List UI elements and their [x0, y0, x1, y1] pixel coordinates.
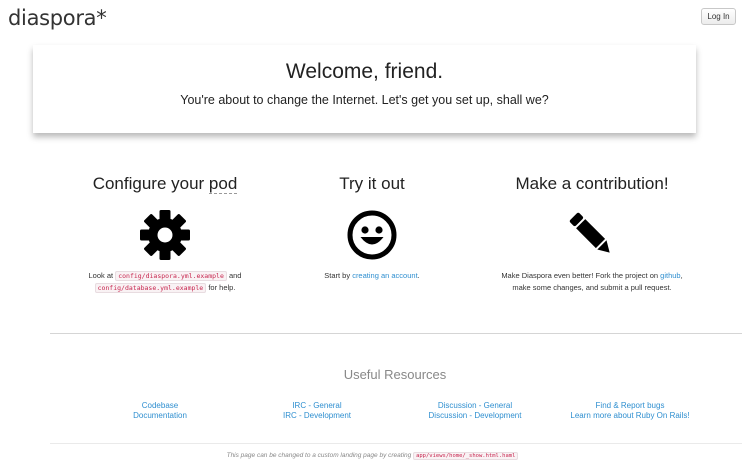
- footer-text: This page can be changed to a custom lan…: [226, 452, 412, 459]
- github-link[interactable]: github: [660, 271, 680, 280]
- codebase-link[interactable]: Codebase: [85, 401, 235, 411]
- diaspora-config-code: config/diaspora.yml.example: [115, 271, 227, 281]
- resources-group-discussion: Discussion - General Discussion - Develo…: [400, 401, 550, 421]
- try-it-out-section: Try it out Start by creating an account.: [262, 172, 482, 282]
- welcome-panel: Welcome, friend. You're about to change …: [33, 45, 696, 133]
- section-divider: [50, 333, 742, 334]
- footer-code: app/views/home/_show.html.haml: [413, 452, 519, 460]
- pencil-icon: [569, 212, 610, 253]
- contribution-section: Make a contribution! Make Diaspora even …: [482, 172, 702, 294]
- contribution-title: Make a contribution!: [515, 174, 669, 193]
- gear-icon: [140, 210, 190, 260]
- configure-pod-section: Configure your pod Look at config/diaspo…: [55, 172, 275, 294]
- report-bugs-link[interactable]: Find & Report bugs: [555, 401, 705, 411]
- welcome-subtitle: You're about to change the Internet. Let…: [180, 93, 549, 107]
- login-button[interactable]: Log In: [701, 8, 736, 25]
- try-text-after: .: [417, 271, 420, 280]
- configure-pod-title: Configure your pod: [55, 172, 275, 196]
- resources-group-irc: IRC - General IRC - Development: [242, 401, 392, 421]
- try-text-before: Start by: [324, 271, 353, 280]
- try-it-out-text: Start by creating an account.: [262, 270, 482, 282]
- discussion-development-link[interactable]: Discussion - Development: [400, 411, 550, 421]
- irc-general-link[interactable]: IRC - General: [242, 401, 392, 411]
- contribution-text-line2: make some changes, and submit a pull req…: [512, 283, 672, 292]
- resources-title: Useful Resources: [343, 367, 447, 382]
- create-account-link[interactable]: creating an account: [352, 271, 417, 280]
- ruby-on-rails-link[interactable]: Learn more about Ruby On Rails!: [555, 411, 705, 421]
- irc-development-link[interactable]: IRC - Development: [242, 411, 392, 421]
- contribution-text: Make Diaspora even better! Fork the proj…: [482, 270, 702, 294]
- welcome-title: Welcome, friend.: [285, 60, 444, 83]
- configure-pod-title-text: Configure your: [92, 174, 209, 193]
- discussion-general-link[interactable]: Discussion - General: [400, 401, 550, 411]
- pod-abbr: pod: [208, 174, 238, 194]
- configure-text-mid: and: [226, 271, 242, 280]
- configure-text-after: for help.: [206, 283, 236, 292]
- database-config-code: config/database.yml.example: [94, 283, 207, 293]
- contribution-text-before: Make Diaspora even better! Fork the proj…: [501, 271, 661, 280]
- resources-group-bugs: Find & Report bugs Learn more about Ruby…: [555, 401, 705, 421]
- resources-group-code: Codebase Documentation: [85, 401, 235, 421]
- configure-text-before: Look at: [88, 271, 116, 280]
- contribution-text-after: ,: [680, 271, 683, 280]
- configure-pod-text: Look at config/diaspora.yml.example and …: [55, 270, 275, 294]
- top-bar: diaspora* Log In: [0, 0, 745, 38]
- diaspora-logo[interactable]: diaspora*: [8, 6, 107, 30]
- footer-note: This page can be changed to a custom lan…: [0, 452, 745, 460]
- smiley-icon: [347, 210, 397, 260]
- documentation-link[interactable]: Documentation: [85, 411, 235, 421]
- footer-divider: [50, 443, 742, 444]
- try-it-out-title: Try it out: [339, 174, 405, 193]
